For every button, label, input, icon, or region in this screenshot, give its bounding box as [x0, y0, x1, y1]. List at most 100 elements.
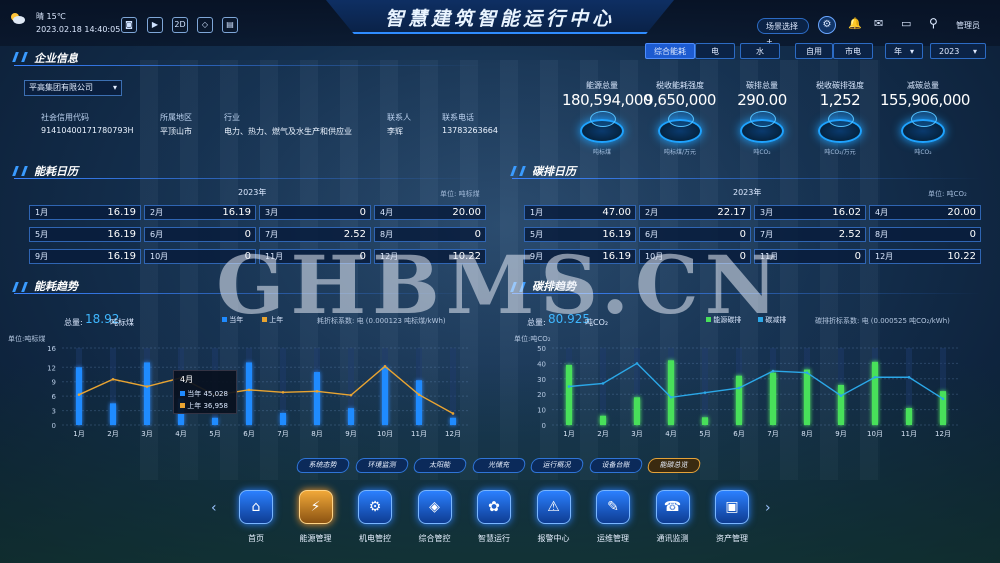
line-point — [907, 375, 911, 379]
series-line — [78, 365, 454, 415]
home-icon[interactable]: ⌂ — [239, 490, 273, 524]
nav-tag[interactable]: 运行概况 — [529, 458, 585, 473]
line-point — [703, 391, 707, 394]
nav-item-label[interactable]: 报警中心 — [524, 533, 584, 544]
person-walk-icon[interactable]: ⚲ — [929, 16, 938, 30]
bell-icon[interactable]: 🔔 — [848, 17, 862, 30]
calendar-cell[interactable]: 1月 47.00 — [524, 205, 636, 220]
calendar-cell[interactable]: 2月 16.19 — [144, 205, 256, 220]
bar — [314, 372, 320, 425]
nav-item-label[interactable]: 资产管理 — [702, 533, 762, 544]
bar — [940, 391, 946, 425]
vr-icon[interactable]: ◙ — [121, 17, 137, 33]
nav-item-label[interactable]: 机电管控 — [345, 533, 405, 544]
layers-icon[interactable]: ▤ — [222, 17, 238, 33]
bar — [634, 397, 640, 425]
calendar-cell[interactable]: 3月 16.02 — [754, 205, 866, 220]
bar — [246, 362, 252, 425]
tools-icon[interactable]: ✎ — [596, 490, 630, 524]
nav-item-label[interactable]: 通讯监测 — [643, 533, 703, 544]
nav-item-label[interactable]: 运维管理 — [583, 533, 643, 544]
bar — [906, 408, 912, 425]
x-tick-label: 2月 — [597, 430, 608, 438]
page-title: 智慧建筑智能运行中心 — [384, 8, 615, 30]
stat-value: 290.00 — [737, 91, 787, 109]
phone-icon[interactable]: ☎ — [655, 490, 690, 524]
line-point — [567, 385, 571, 388]
calendar-cell[interactable]: 3月 0 — [259, 205, 371, 220]
field-label: 联系电话 — [442, 113, 474, 122]
tab-self-use[interactable]: 自用 — [795, 43, 833, 59]
legend-swatch — [180, 391, 185, 396]
x-tick-label: 8月 — [311, 430, 322, 438]
y-tick-label: 12 — [47, 364, 56, 372]
nav-tag[interactable]: 设备台账 — [587, 458, 644, 473]
x-tick-label: 3月 — [141, 430, 152, 438]
gear-icon[interactable]: ⚙ — [358, 490, 392, 524]
legend-swatch — [180, 403, 185, 408]
nav-tag[interactable]: 系统态势 — [295, 458, 351, 473]
brain-icon[interactable]: ✿ — [477, 490, 511, 524]
monitor-icon[interactable]: ▭ — [901, 17, 911, 30]
x-tick-label: 11月 — [411, 430, 427, 438]
scene-select-button[interactable]: 场景选择+ — [757, 18, 809, 46]
nav-next-arrow-icon[interactable]: › — [765, 500, 771, 516]
bar — [838, 384, 844, 425]
x-tick-label: 12月 — [935, 430, 951, 438]
2d-icon[interactable]: 2D — [172, 17, 188, 33]
stat-title: 税收碳排强度 — [816, 81, 864, 90]
tab-electric[interactable]: 电 — [695, 43, 735, 59]
calendar-cell[interactable]: 1月 16.19 — [29, 205, 141, 220]
year-select[interactable]: 2023 ▾ — [930, 43, 986, 59]
nav-tag[interactable]: 环境监测 — [353, 458, 410, 473]
x-tick-label: 1月 — [73, 430, 84, 438]
nav-tag[interactable]: 光储充 — [470, 458, 527, 473]
nav-tag[interactable]: 能碳总览 — [646, 458, 702, 473]
company-select[interactable]: 平高集团有限公司 ▾ — [24, 80, 122, 96]
line-point — [451, 412, 455, 415]
cube-icon[interactable]: ◇ — [197, 17, 213, 33]
stat-value: 1,252 — [819, 91, 861, 109]
bar — [212, 417, 218, 425]
tab-comprehensive[interactable]: 综合能耗 — [645, 43, 695, 59]
mail-icon[interactable]: ✉ — [874, 17, 883, 30]
settings-gear-icon[interactable]: ⚙ — [818, 16, 836, 34]
tab-grid[interactable]: 市电 — [833, 43, 873, 59]
nav-prev-arrow-icon[interactable]: ‹ — [211, 500, 217, 516]
nav-tag[interactable]: 太阳能 — [412, 458, 468, 473]
watermark: GHBMS.CN — [216, 238, 784, 332]
layers-icon[interactable]: ◈ — [417, 490, 452, 524]
calendar-cell[interactable]: 4月 20.00 — [869, 205, 981, 220]
nav-item-label[interactable]: 首页 — [226, 533, 286, 544]
x-tick-label: 11月 — [901, 430, 917, 438]
period-select[interactable]: 年 ▾ — [885, 43, 923, 59]
energy-calendar-year: 2023年 — [238, 188, 267, 197]
section-divider — [14, 178, 484, 179]
carbon-trend-chart: 0 10 20 30 40 50 1月 2月 3月 4月 5月 6月 7月 8月 9月 10月 11月 12月 — [537, 345, 960, 438]
section-title-energy-calendar: 能耗日历 — [34, 165, 78, 178]
alarm-icon[interactable]: ⚠ — [536, 490, 571, 524]
bar — [450, 417, 456, 425]
user-name[interactable]: 管理员 — [956, 20, 980, 31]
nav-item-label[interactable]: 能源管理 — [286, 533, 346, 544]
y-tick-label: 40 — [537, 360, 546, 368]
bar — [280, 412, 286, 425]
bar — [382, 367, 388, 425]
section-divider — [14, 65, 484, 66]
nav-item-label[interactable]: 综合管控 — [405, 533, 465, 544]
energy-icon[interactable]: ⚡ — [298, 490, 333, 524]
x-tick-label: 10月 — [867, 430, 883, 438]
stat-unit: 吨CO₂/万元 — [824, 149, 856, 156]
stat-carbon-intensity: 税收碳排强度 1,252 吨CO₂/万元 — [800, 80, 880, 156]
calendar-cell[interactable]: 2月 22.17 — [639, 205, 751, 220]
asset-icon[interactable]: ▣ — [715, 490, 749, 524]
energy-calendar-unit: 单位: 吨标煤 — [440, 190, 480, 198]
line-point — [247, 388, 251, 392]
stat-value: 155,906,000 — [880, 91, 970, 109]
bar — [416, 380, 422, 425]
calendar-cell[interactable]: 4月 20.00 — [374, 205, 486, 220]
tab-water[interactable]: 水 — [740, 43, 780, 59]
nav-item-label[interactable]: 智慧运行 — [464, 533, 524, 544]
field-label: 联系人 — [387, 113, 411, 122]
video-icon[interactable]: ▶ — [147, 17, 163, 33]
